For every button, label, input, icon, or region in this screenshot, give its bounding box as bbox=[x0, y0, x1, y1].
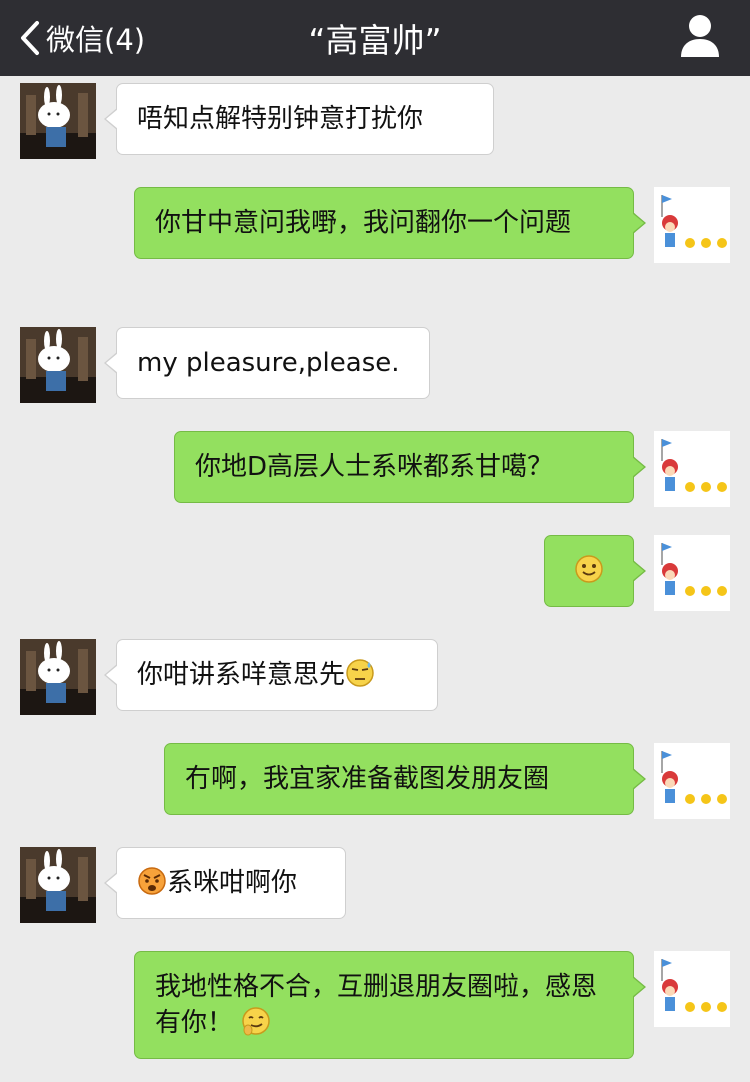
message-bubble-outgoing[interactable]: 冇啊，我宜家准备截图发朋友圈 bbox=[164, 743, 646, 815]
message-text: 冇啊，我宜家准备截图发朋友圈 bbox=[185, 764, 550, 794]
message-text: 唔知点解特别钟意打扰你 bbox=[137, 104, 424, 134]
sweat-emoji bbox=[345, 658, 375, 688]
my-avatar[interactable] bbox=[654, 743, 730, 819]
message-bubble-outgoing[interactable]: 我地性格不合，互删退朋友圈啦，感恩有你！ bbox=[134, 951, 646, 1059]
message-bubble-incoming[interactable]: 你咁讲系咩意思先 bbox=[104, 639, 438, 711]
message-bubble-outgoing[interactable]: 你地D高层人士系咪都系甘噶？ bbox=[174, 431, 646, 503]
contact-avatar[interactable] bbox=[20, 639, 96, 715]
message-bubble-incoming[interactable]: 系咪咁啊你 bbox=[104, 847, 346, 919]
my-avatar[interactable] bbox=[654, 951, 730, 1027]
contact-avatar[interactable] bbox=[20, 83, 96, 159]
message-bubble-outgoing[interactable] bbox=[544, 535, 646, 607]
angry-emoji bbox=[137, 866, 167, 896]
my-avatar[interactable] bbox=[654, 431, 730, 507]
chat-title: “高富帅” bbox=[308, 21, 442, 60]
my-avatar[interactable] bbox=[654, 535, 730, 611]
nav-bar: 微信(4) “高富帅” bbox=[0, 0, 750, 76]
message-text: 系咪咁啊你 bbox=[167, 868, 298, 898]
message-text: 你咁讲系咩意思先 bbox=[137, 660, 346, 690]
person-icon[interactable] bbox=[680, 14, 720, 58]
message-bubble-incoming[interactable]: my pleasure,please. bbox=[104, 327, 430, 399]
message-text: my pleasure,please. bbox=[137, 348, 400, 378]
message-bubble-outgoing[interactable]: 你甘中意问我嘢，我问翻你一个问题 bbox=[134, 187, 646, 259]
message-text: 你甘中意问我嘢，我问翻你一个问题 bbox=[155, 208, 572, 238]
message-text: 你地D高层人士系咪都系甘噶？ bbox=[195, 452, 554, 482]
contact-avatar[interactable] bbox=[20, 327, 96, 403]
contact-avatar[interactable] bbox=[20, 847, 96, 923]
message-list[interactable]: 唔知点解特别钟意打扰你 你甘中意问我嘢，我问翻你一个问题 my pleasure… bbox=[0, 76, 750, 1082]
message-bubble-incoming[interactable]: 唔知点解特别钟意打扰你 bbox=[104, 83, 494, 155]
smirk-emoji bbox=[241, 1006, 271, 1036]
my-avatar[interactable] bbox=[654, 187, 730, 263]
smile-emoji bbox=[574, 554, 604, 584]
message-text: 我地性格不合，互删退朋友圈啦，感恩有你！ bbox=[155, 972, 598, 1038]
